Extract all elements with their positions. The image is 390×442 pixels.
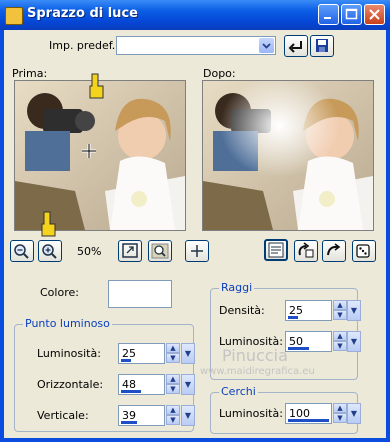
preview-photo-children: [15, 81, 185, 230]
circles-brightness-stepper[interactable]: ▲ ▼: [333, 403, 348, 424]
redo-button[interactable]: [322, 240, 346, 262]
density-dropdown[interactable]: ▼: [347, 300, 361, 321]
undo-arrow-icon: [288, 41, 302, 53]
preset-label: Imp. predef.:: [49, 39, 119, 52]
fit-to-window-button[interactable]: [118, 240, 142, 262]
rays-brightness-stepper[interactable]: ▲ ▼: [333, 331, 348, 352]
dialog-window: Sprazzo di luce Imp. predef.: Prima: Dop…: [0, 0, 390, 442]
watermark-url: www.maidiregrafica.eu: [200, 366, 315, 377]
title-bar[interactable]: Sprazzo di luce: [0, 0, 390, 30]
vertical-dropdown[interactable]: ▼: [181, 405, 195, 426]
density-stepper[interactable]: ▲ ▼: [333, 300, 348, 321]
density-label: Densità:: [219, 304, 265, 317]
circles-group-title: Cerchi: [219, 385, 258, 398]
move-cross-icon: [191, 245, 203, 257]
dice-icon: [356, 244, 370, 258]
circles-brightness-input[interactable]: 100: [285, 403, 332, 424]
color-swatch[interactable]: [108, 280, 172, 308]
pointing-hand-icon: [89, 73, 104, 99]
decrement-arrow-icon[interactable]: ▼: [166, 384, 180, 394]
maximize-icon: [345, 8, 358, 20]
preview-photo-with-flare: [203, 81, 373, 230]
circles-brightness-slider[interactable]: [288, 419, 329, 422]
after-preview-image: [202, 80, 374, 231]
zoom-100-icon: [151, 243, 169, 259]
dice-icon: [298, 242, 314, 258]
increment-arrow-icon[interactable]: ▲: [333, 403, 347, 413]
horizontal-dropdown[interactable]: ▼: [181, 374, 195, 395]
horizontal-stepper[interactable]: ▲ ▼: [166, 374, 181, 395]
floppy-disk-icon: [316, 39, 328, 52]
pointing-hand-icon: [41, 211, 56, 237]
watermark-name: Pinuccia: [222, 346, 288, 365]
zoom-actual-size-button[interactable]: [148, 240, 172, 262]
vertical-label: Verticale:: [37, 409, 89, 422]
pan-button[interactable]: [185, 240, 209, 262]
maximize-button[interactable]: [341, 4, 362, 25]
close-button[interactable]: [364, 4, 385, 25]
before-preview-label: Prima:: [12, 67, 48, 80]
vertical-stepper[interactable]: ▲ ▼: [166, 405, 181, 426]
dialog-client-area: Imp. predef.: Prima: Dopo: 50% Colore: P…: [4, 30, 386, 438]
zoom-level: 50%: [77, 245, 102, 258]
decrement-arrow-icon[interactable]: ▼: [166, 415, 180, 425]
preview-toggle-button[interactable]: [264, 239, 288, 261]
vertical-slider[interactable]: [121, 421, 137, 424]
rays-brightness-input[interactable]: 50: [285, 331, 332, 352]
rays-brightness-slider[interactable]: [288, 347, 309, 350]
increment-arrow-icon[interactable]: ▲: [166, 343, 180, 353]
increment-arrow-icon[interactable]: ▲: [166, 374, 180, 384]
preset-dropdown[interactable]: [116, 36, 276, 55]
horizontal-input[interactable]: 48: [118, 374, 165, 395]
fit-window-icon: [122, 243, 138, 258]
zoom-in-button[interactable]: [38, 240, 62, 262]
color-label: Colore:: [40, 286, 79, 299]
vertical-input[interactable]: 39: [118, 405, 165, 426]
move-crosshair-icon[interactable]: [81, 143, 97, 159]
decrement-arrow-icon[interactable]: ▼: [333, 413, 347, 423]
spot-brightness-input[interactable]: 25: [118, 343, 165, 364]
horizontal-slider[interactable]: [121, 390, 141, 393]
close-icon: [369, 9, 380, 20]
zoom-out-button[interactable]: [10, 240, 34, 262]
save-preset-button[interactable]: [310, 35, 334, 57]
random-settings-button[interactable]: [352, 240, 376, 262]
reset-preset-button[interactable]: [284, 35, 308, 57]
redo-arrow-icon: [327, 243, 341, 256]
density-input[interactable]: 25: [285, 300, 332, 321]
decrement-arrow-icon[interactable]: ▼: [333, 310, 347, 320]
after-preview-label: Dopo:: [203, 67, 236, 80]
spot-brightness-label: Luminosità:: [37, 347, 101, 360]
light-spot-group-title: Punto luminoso: [23, 317, 112, 330]
before-preview-image[interactable]: [14, 80, 186, 231]
decrement-arrow-icon[interactable]: ▼: [166, 353, 180, 363]
magnifier-zoom-out-icon: [14, 244, 29, 259]
circles-brightness-dropdown[interactable]: ▼: [347, 403, 361, 424]
light-spot-group: Punto luminoso Luminosità: 25 ▲ ▼ ▼ Oriz…: [14, 317, 195, 432]
magnifier-zoom-in-icon: [42, 244, 57, 259]
window-title: Sprazzo di luce: [27, 6, 138, 21]
randomize-button[interactable]: [294, 240, 318, 262]
increment-arrow-icon[interactable]: ▲: [333, 331, 347, 341]
preview-icon: [268, 242, 284, 258]
increment-arrow-icon[interactable]: ▲: [166, 405, 180, 415]
increment-arrow-icon[interactable]: ▲: [333, 300, 347, 310]
minimize-button[interactable]: [318, 4, 339, 25]
density-slider[interactable]: [288, 316, 298, 319]
horizontal-label: Orizzontale:: [37, 378, 104, 391]
decrement-arrow-icon[interactable]: ▼: [333, 341, 347, 351]
chevron-down-icon[interactable]: [259, 38, 274, 53]
spot-brightness-slider[interactable]: [121, 359, 131, 362]
spot-brightness-dropdown[interactable]: ▼: [181, 343, 195, 364]
spot-brightness-stepper[interactable]: ▲ ▼: [166, 343, 181, 364]
circles-group: Cerchi Luminosità: 100 ▲ ▼ ▼: [210, 385, 361, 434]
minimize-icon: [324, 17, 331, 19]
circles-brightness-label: Luminosità:: [219, 407, 283, 420]
app-icon: [5, 7, 23, 25]
rays-group-title: Raggi: [219, 281, 255, 294]
rays-brightness-dropdown[interactable]: ▼: [347, 331, 361, 352]
